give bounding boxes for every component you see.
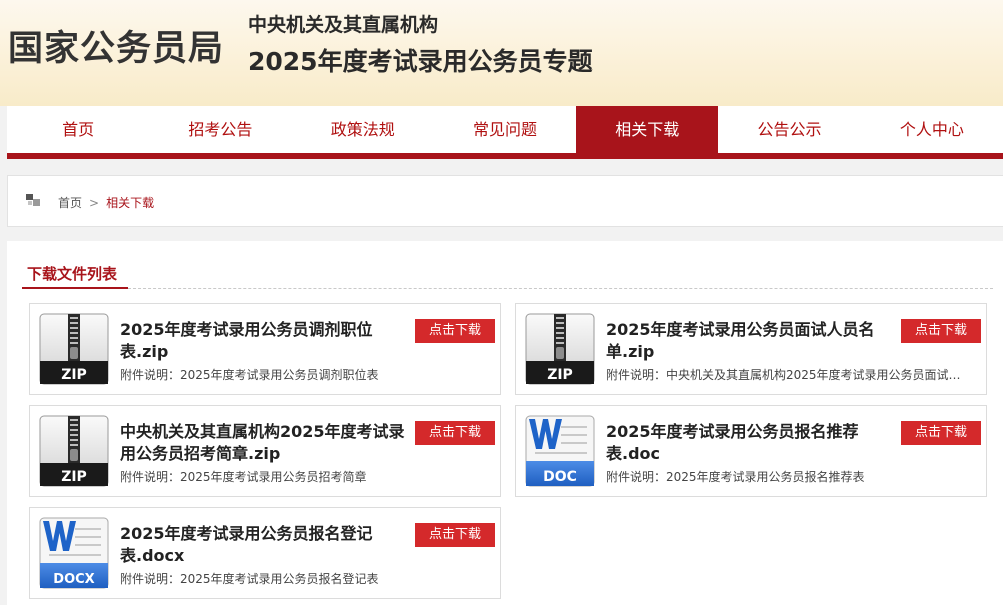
nav-item-downloads[interactable]: 相关下载	[576, 106, 719, 153]
file-name[interactable]: 2025年度考试录用公务员面试人员名单.zip	[606, 319, 896, 363]
nav-item-faq[interactable]: 常见问题	[434, 106, 576, 153]
location-icon	[26, 194, 40, 206]
main-content: 下载文件列表 ZIP 2025年度考试录用公务员调剂职位表.zip 附件说明：2…	[7, 241, 1003, 605]
file-description: 附件说明：2025年度考试录用公务员调剂职位表	[120, 368, 379, 382]
svg-text:ZIP: ZIP	[61, 469, 87, 485]
breadcrumb: 首页 > 相关下载	[58, 194, 154, 211]
nav-item-user-center[interactable]: 个人中心	[861, 106, 1003, 153]
download-button[interactable]: 点击下载	[901, 319, 981, 343]
header-title: 2025年度考试录用公务员专题	[248, 47, 593, 76]
section-divider	[128, 288, 993, 289]
download-button[interactable]: 点击下载	[415, 319, 495, 343]
breadcrumb-bar: 首页 > 相关下载	[7, 175, 1003, 227]
file-name[interactable]: 2025年度考试录用公务员报名登记表.docx	[120, 523, 410, 567]
file-card: ZIP 2025年度考试录用公务员面试人员名单.zip 附件说明：中央机关及其直…	[515, 303, 987, 395]
file-card: ZIP 2025年度考试录用公务员调剂职位表.zip 附件说明：2025年度考试…	[29, 303, 501, 395]
file-description: 附件说明：2025年度考试录用公务员报名登记表	[120, 572, 379, 586]
svg-text:DOCX: DOCX	[53, 572, 94, 587]
nav-underline-bar	[7, 153, 1003, 159]
download-button[interactable]: 点击下载	[415, 421, 495, 445]
doc-file-icon[interactable]: DOC	[525, 415, 595, 487]
file-name[interactable]: 2025年度考试录用公务员报名推荐表.doc	[606, 421, 896, 465]
main-nav: 首页 招考公告 政策法规 常见问题 相关下载 公告公示 个人中心	[7, 106, 1003, 153]
nav-item-policies[interactable]: 政策法规	[292, 106, 434, 153]
nav-item-announcements[interactable]: 招考公告	[149, 106, 291, 153]
breadcrumb-current[interactable]: 相关下载	[106, 196, 154, 210]
breadcrumb-separator: >	[89, 196, 100, 210]
file-description: 附件说明：2025年度考试录用公务员报名推荐表	[606, 470, 865, 484]
site-logo[interactable]: 国家公务员局	[8, 20, 224, 71]
download-button[interactable]: 点击下载	[415, 523, 495, 547]
zip-file-icon[interactable]: ZIP	[525, 313, 595, 385]
svg-text:ZIP: ZIP	[61, 367, 87, 383]
file-name[interactable]: 中央机关及其直属机构2025年度考试录用公务员招考简章.zip	[120, 421, 410, 465]
svg-text:DOC: DOC	[543, 469, 577, 485]
nav-item-home[interactable]: 首页	[7, 106, 149, 153]
file-card: ZIP 中央机关及其直属机构2025年度考试录用公务员招考简章.zip 附件说明…	[29, 405, 501, 497]
section-title-underline	[22, 287, 128, 289]
zip-file-icon[interactable]: ZIP	[39, 415, 109, 487]
docx-file-icon[interactable]: DOCX	[39, 517, 109, 589]
breadcrumb-home[interactable]: 首页	[58, 196, 82, 210]
site-header: 国家公务员局 中央机关及其直属机构 2025年度考试录用公务员专题	[0, 0, 1003, 106]
file-description: 附件说明：中央机关及其直属机构2025年度考试录用公务员面试人员名单	[606, 368, 972, 382]
file-card: DOCX 2025年度考试录用公务员报名登记表.docx 附件说明：2025年度…	[29, 507, 501, 599]
svg-text:ZIP: ZIP	[547, 367, 573, 383]
header-subtitle: 中央机关及其直属机构	[248, 14, 439, 36]
file-description: 附件说明：2025年度考试录用公务员招考简章	[120, 470, 367, 484]
file-card: DOC 2025年度考试录用公务员报名推荐表.doc 附件说明：2025年度考试…	[515, 405, 987, 497]
nav-item-notices[interactable]: 公告公示	[718, 106, 860, 153]
zip-file-icon[interactable]: ZIP	[39, 313, 109, 385]
file-name[interactable]: 2025年度考试录用公务员调剂职位表.zip	[120, 319, 410, 363]
section-title: 下载文件列表	[27, 265, 118, 283]
download-button[interactable]: 点击下载	[901, 421, 981, 445]
